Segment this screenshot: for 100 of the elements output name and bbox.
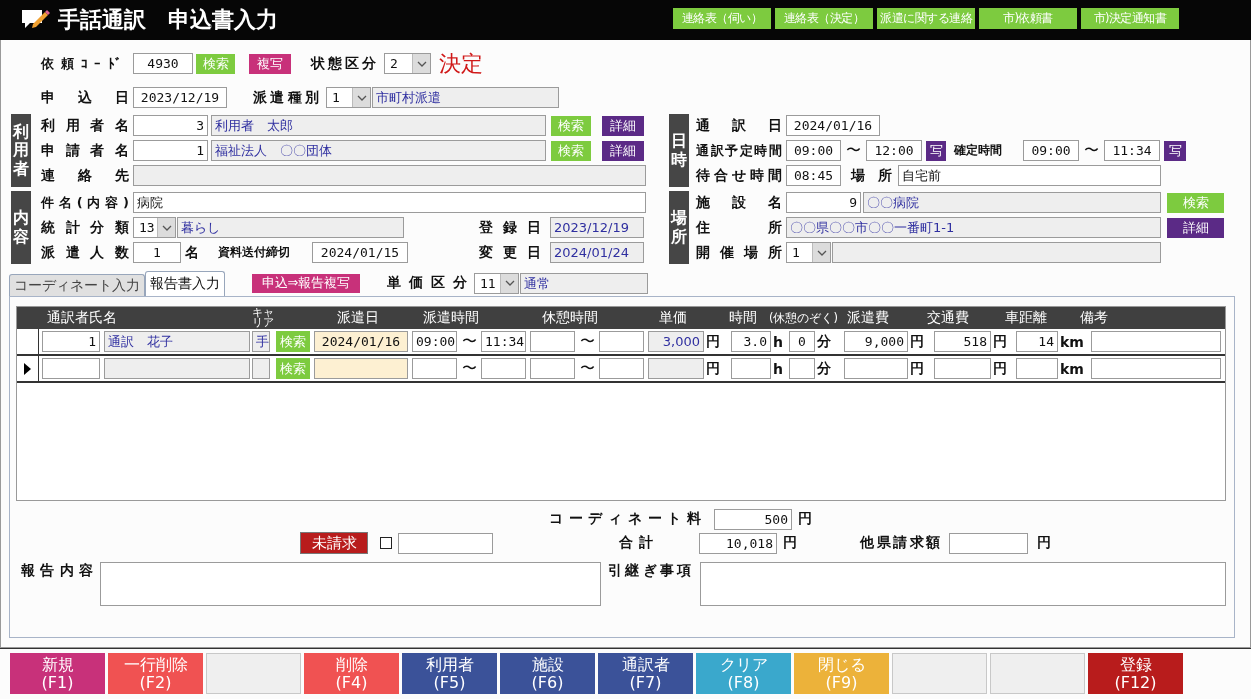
field-label: 開催場所	[696, 243, 782, 262]
input-field[interactable]	[934, 358, 991, 379]
checkbox[interactable]	[380, 537, 392, 549]
unit-label: 分	[816, 359, 832, 378]
input-field[interactable]	[599, 331, 644, 352]
function-key[interactable]: 登録 (F12)	[1088, 653, 1183, 694]
dropdown[interactable]: 13	[133, 217, 176, 238]
input-field[interactable]: 11:34	[1104, 140, 1160, 161]
input-field[interactable]	[599, 358, 644, 379]
function-key[interactable]	[206, 653, 301, 694]
input-field[interactable]	[844, 358, 908, 379]
detail-button[interactable]: 詳細	[602, 140, 644, 161]
input-field[interactable]: 500	[714, 508, 792, 530]
readonly-field: 手	[252, 331, 270, 352]
column-header: キャリア	[252, 308, 275, 328]
billing-status-badge: 未請求	[300, 532, 368, 554]
input-field[interactable]: 2024/01/16	[786, 115, 880, 136]
field-label: 変更日	[479, 243, 541, 262]
input-field[interactable]	[481, 358, 526, 379]
chevron-down-icon	[504, 280, 515, 286]
function-key[interactable]: 新規 (F1)	[10, 653, 105, 694]
input-field[interactable]: 3	[133, 115, 208, 136]
text-area[interactable]	[700, 562, 1226, 606]
tab[interactable]: 報告書入力	[145, 271, 225, 296]
field-label: 合計	[619, 534, 653, 552]
column-header: 派遣日	[337, 309, 380, 327]
function-key[interactable]	[892, 653, 987, 694]
input-field[interactable]: 1	[133, 242, 181, 263]
input-field[interactable]: 11:34	[481, 331, 526, 352]
detail-button[interactable]: 詳細	[602, 115, 644, 136]
input-field[interactable]: 3.0	[731, 331, 771, 352]
dropdown[interactable]: 2	[384, 53, 431, 74]
input-field[interactable]: 518	[934, 331, 991, 352]
input-field[interactable]: 2023/12/19	[133, 87, 227, 108]
input-field[interactable]	[42, 358, 100, 379]
chevron-down-icon	[356, 94, 367, 101]
input-field[interactable]	[1091, 331, 1221, 352]
detail-button[interactable]: 詳細	[1167, 217, 1224, 238]
chevron-down-icon	[161, 224, 172, 231]
function-key[interactable]: 通訳者 (F7)	[598, 653, 693, 694]
input-field[interactable]: 1	[133, 140, 208, 161]
input-field[interactable]: 09:00	[786, 140, 841, 161]
input-field[interactable]	[1091, 358, 1221, 379]
input-field[interactable]: 4930	[133, 53, 193, 74]
input-field[interactable]: 9	[786, 192, 861, 213]
field-label: 単価区分	[387, 274, 467, 292]
function-key[interactable]	[990, 653, 1085, 694]
copy-to-report-button[interactable]: 申込⇒報告複写	[252, 273, 360, 293]
input-field[interactable]: 自宅前	[898, 165, 1161, 186]
copy-time-button[interactable]: 写	[1164, 140, 1186, 161]
field-label: 申込日	[41, 88, 129, 107]
input-field[interactable]: 2024/01/15	[312, 242, 408, 263]
copy-time-button[interactable]: 写	[926, 140, 946, 161]
input-field[interactable]: 0	[789, 331, 815, 352]
input-field[interactable]	[1016, 358, 1058, 379]
status-text: 決定	[439, 49, 484, 78]
input-field[interactable]: 08:45	[786, 165, 841, 186]
function-key[interactable]: 利用者 (F5)	[402, 653, 497, 694]
readonly-field	[648, 358, 704, 379]
input-field[interactable]: 12:00	[866, 140, 922, 161]
dropdown[interactable]: 11	[474, 272, 519, 294]
readonly-field: 3,000	[648, 331, 704, 352]
section-title: 利用者	[11, 114, 31, 187]
column-header: 通訳者氏名	[47, 309, 118, 327]
range-separator: 〜	[1083, 141, 1100, 160]
input-field[interactable]: 14	[1016, 331, 1058, 352]
input-field[interactable]	[789, 358, 815, 379]
input-field[interactable]: 10,018	[699, 532, 777, 554]
column-header: 休憩時間	[542, 309, 599, 327]
unit-label: h	[772, 360, 784, 377]
text-area[interactable]	[100, 562, 601, 606]
range-separator: 〜	[845, 141, 862, 160]
input-field[interactable]: 9,000	[844, 331, 908, 352]
input-field[interactable]	[412, 358, 457, 379]
date-field[interactable]	[314, 358, 408, 379]
field-label: 派遣人数	[41, 243, 129, 262]
input-field[interactable]: 病院	[133, 192, 646, 213]
input-field[interactable]	[530, 358, 575, 379]
date-field[interactable]: 2024/01/16	[314, 331, 408, 352]
tab[interactable]: コーディネート入力	[9, 274, 145, 296]
readonly-field: 2023/12/19	[550, 217, 644, 238]
column-header: 備考	[1080, 309, 1109, 327]
column-header: (休憩のぞく)	[769, 310, 839, 326]
field-label: 確定時間	[954, 142, 1003, 159]
input-field[interactable]: 09:00	[412, 331, 457, 352]
input-field[interactable]	[949, 532, 1028, 554]
dropdown[interactable]: 1	[326, 87, 371, 108]
input-field[interactable]: 09:00	[1023, 140, 1079, 161]
field-label: 通訳予定時間	[696, 141, 782, 160]
input-field[interactable]	[731, 358, 771, 379]
input-field[interactable]	[530, 331, 575, 352]
window-title: 手話通訳 申込書入力	[58, 6, 278, 34]
input-field[interactable]: 1	[42, 331, 100, 352]
copy-button[interactable]: 複写	[249, 53, 291, 74]
field-label: 他県請求額	[860, 534, 940, 552]
function-key[interactable]: 施設 (F6)	[500, 653, 595, 694]
dropdown[interactable]: 1	[786, 242, 831, 263]
input-field[interactable]	[398, 532, 493, 554]
current-row-icon	[24, 362, 31, 375]
field-label: 申請者名	[41, 141, 129, 160]
